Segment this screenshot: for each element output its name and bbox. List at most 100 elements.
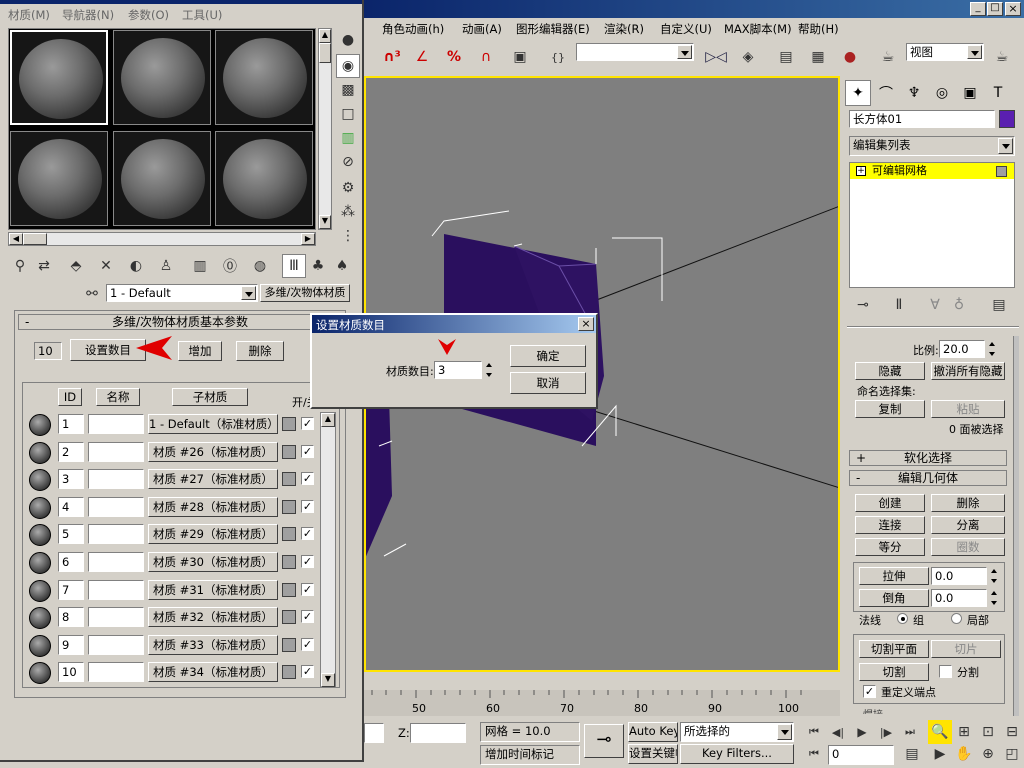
submaterial-id[interactable]: 5: [58, 524, 84, 545]
go-forward-sibling-icon[interactable]: ♠: [330, 254, 354, 278]
submaterial-on-checkbox[interactable]: ✓: [301, 444, 314, 458]
key-mode-toggle-icon[interactable]: ⏮: [802, 742, 826, 766]
stack-visibility-icon[interactable]: [996, 166, 1007, 177]
submaterial-id[interactable]: 10: [58, 662, 84, 683]
submaterial-on-checkbox[interactable]: ✓: [301, 582, 314, 596]
spinner-snap-icon[interactable]: ∩: [474, 45, 498, 69]
sort-id-button[interactable]: ID: [58, 388, 82, 406]
submaterial-on-checkbox[interactable]: ✓: [301, 665, 314, 679]
submaterial-button[interactable]: 材质 #30（标准材质）: [148, 552, 278, 572]
maximize-viewport-icon[interactable]: ◰: [1000, 742, 1024, 766]
attach-button[interactable]: 连接: [855, 516, 925, 534]
backlight-icon[interactable]: ◉: [336, 54, 360, 78]
submaterial-color-swatch[interactable]: [282, 417, 296, 431]
cancel-button[interactable]: 取消: [510, 372, 586, 394]
multi-sub-rollout-header[interactable]: - 多维/次物体材质基本参数: [18, 314, 342, 330]
utilities-tab-icon[interactable]: T: [985, 80, 1011, 106]
count-spinner[interactable]: [484, 362, 494, 378]
next-frame-icon[interactable]: |▶: [874, 720, 898, 744]
remove-modifier-icon[interactable]: ♁: [947, 293, 971, 317]
zoom-icon[interactable]: 🔍: [928, 720, 952, 744]
quick-render-icon[interactable]: ☕: [990, 45, 1014, 69]
submaterial-id[interactable]: 4: [58, 496, 84, 517]
panel-scrollbar[interactable]: [1013, 336, 1019, 716]
zoom-all-icon[interactable]: ⊞: [952, 720, 976, 744]
submaterial-on-checkbox[interactable]: ✓: [301, 637, 314, 651]
view-dropdown[interactable]: 视图: [906, 43, 984, 61]
options-icon[interactable]: ⚙: [336, 176, 360, 200]
submaterial-id[interactable]: 8: [58, 607, 84, 628]
count-input[interactable]: 3: [434, 361, 482, 379]
sort-submaterial-button[interactable]: 子材质: [172, 388, 248, 406]
snap-3d-icon[interactable]: ∩³: [380, 45, 404, 69]
track-view-icon[interactable]: ▤: [774, 45, 798, 69]
edit-named-selection-icon[interactable]: ▣: [508, 45, 532, 69]
submaterial-color-swatch[interactable]: [282, 527, 296, 542]
submaterial-name[interactable]: [88, 524, 144, 545]
submaterial-name[interactable]: [88, 579, 144, 600]
cut-button[interactable]: 切割: [859, 663, 929, 681]
submaterial-on-checkbox[interactable]: ✓: [301, 555, 314, 568]
make-unique-icon[interactable]: ∀: [923, 293, 947, 317]
material-navigator-icon[interactable]: ⋮: [336, 224, 360, 248]
select-by-material-icon[interactable]: ⁂: [336, 200, 360, 224]
submaterial-on-checkbox[interactable]: ✓: [301, 417, 314, 430]
set-key-button[interactable]: 设置关键帧: [628, 744, 678, 764]
display-tab-icon[interactable]: ▣: [957, 80, 983, 106]
submaterial-button[interactable]: 材质 #27（标准材质）: [148, 469, 278, 490]
time-ruler[interactable]: 50 60 70 80 90 100: [364, 690, 840, 716]
expand-icon[interactable]: +: [856, 166, 866, 176]
submaterial-name[interactable]: [88, 496, 144, 517]
angle-snap-icon[interactable]: ∠: [410, 45, 434, 69]
slots-hscroll[interactable]: ◀ ▶: [8, 232, 316, 246]
submaterial-on-checkbox[interactable]: ✓: [301, 610, 314, 624]
submaterial-id[interactable]: 2: [58, 441, 84, 462]
percent-snap-icon[interactable]: %: [442, 45, 466, 69]
bevel-field[interactable]: 0.0: [931, 589, 987, 607]
prev-frame-icon[interactable]: ◀|: [826, 720, 850, 744]
show-end-result-mat-icon[interactable]: Ⅲ: [282, 254, 306, 278]
unhide-all-button[interactable]: 撤消所有隐藏: [931, 362, 1005, 380]
copy-button[interactable]: 复制: [855, 400, 925, 418]
make-preview-icon[interactable]: ⊘: [336, 150, 360, 174]
list-vscroll[interactable]: ▲ ▼: [320, 412, 336, 688]
submaterial-color-swatch[interactable]: [282, 472, 296, 487]
submaterial-on-checkbox[interactable]: ✓: [301, 472, 314, 486]
object-name-field[interactable]: 长方体01: [849, 110, 995, 128]
sample-slot[interactable]: [10, 131, 108, 226]
current-frame-field[interactable]: 0: [828, 745, 894, 765]
add-button[interactable]: 增加: [178, 341, 222, 361]
close-button[interactable]: ×: [1005, 2, 1021, 16]
put-to-library-icon[interactable]: ▥: [188, 254, 212, 278]
assign-to-selection-icon[interactable]: ⬘: [64, 254, 88, 278]
ok-button[interactable]: 确定: [510, 345, 586, 367]
soft-selection-rollout[interactable]: + 软化选择: [849, 450, 1007, 466]
sample-slot[interactable]: [113, 131, 211, 226]
sort-name-button[interactable]: 名称: [96, 388, 140, 406]
submaterial-button[interactable]: 1 - Default（标准材质）: [148, 414, 278, 434]
extrude-button[interactable]: 拉伸: [859, 567, 929, 585]
slice-plane-button[interactable]: 切割平面: [859, 640, 929, 658]
z-coord-field[interactable]: [410, 723, 466, 743]
submaterial-button[interactable]: 材质 #29（标准材质）: [148, 524, 278, 545]
material-type-button[interactable]: 多维/次物体材质: [260, 284, 350, 302]
sample-slot[interactable]: [215, 131, 313, 226]
zoom-extents-icon[interactable]: ⊡: [976, 720, 1000, 744]
slice-button[interactable]: 切片: [931, 640, 1001, 658]
hierarchy-tab-icon[interactable]: ♆: [901, 80, 927, 106]
submaterial-id[interactable]: 9: [58, 634, 84, 655]
turn-button[interactable]: 圈数: [931, 538, 1005, 556]
submaterial-color-swatch[interactable]: [282, 555, 296, 569]
key-selection-dropdown[interactable]: 所选择的: [680, 722, 794, 742]
delete-button[interactable]: 删除: [236, 341, 284, 361]
make-copy-icon[interactable]: ◐: [124, 254, 148, 278]
submaterial-preview[interactable]: [29, 579, 51, 602]
bevel-button[interactable]: 倒角: [859, 589, 929, 607]
pan-icon[interactable]: ✋: [952, 742, 976, 766]
extrude-spinner[interactable]: [989, 568, 999, 584]
submaterial-button[interactable]: 材质 #28（标准材质）: [148, 496, 278, 517]
object-color-swatch[interactable]: [999, 110, 1015, 128]
background-icon[interactable]: ▩: [336, 78, 360, 102]
add-time-tag[interactable]: 增加时间标记: [480, 745, 580, 765]
submaterial-color-swatch[interactable]: [282, 582, 296, 597]
